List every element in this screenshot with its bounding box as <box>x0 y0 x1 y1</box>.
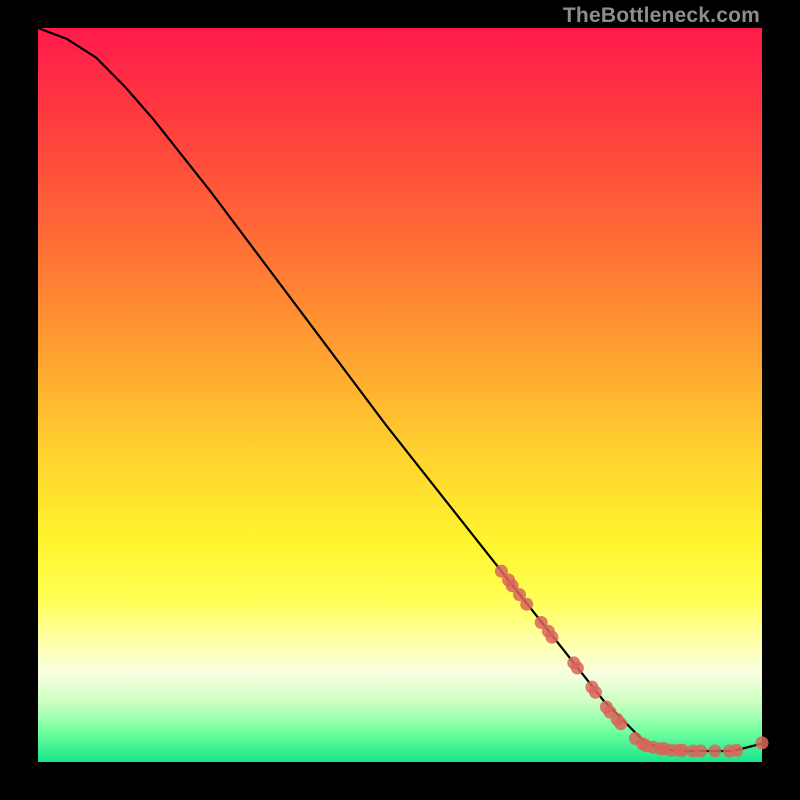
chart-frame: TheBottleneck.com <box>0 0 800 800</box>
data-point <box>756 736 769 749</box>
data-point <box>730 744 743 757</box>
data-point <box>589 686 602 699</box>
data-point <box>546 631 559 644</box>
watermark-text: TheBottleneck.com <box>563 4 760 28</box>
curve-line <box>38 28 762 751</box>
data-point <box>708 745 721 758</box>
data-point <box>571 662 584 675</box>
chart-overlay <box>0 0 800 800</box>
data-point <box>694 745 707 758</box>
curve-path <box>38 28 762 751</box>
data-point <box>520 598 533 611</box>
data-point <box>614 717 627 730</box>
